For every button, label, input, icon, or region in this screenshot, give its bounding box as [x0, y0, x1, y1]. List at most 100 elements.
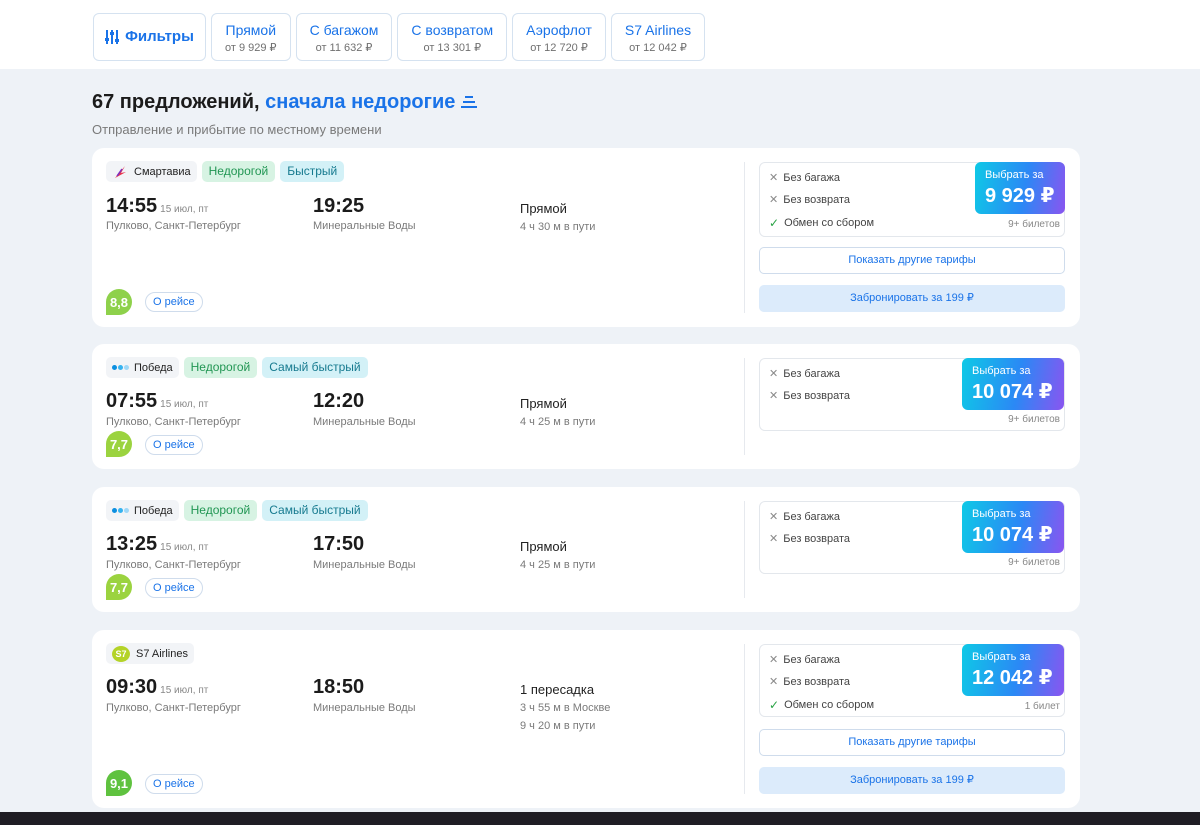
condition-exchange: ✓ Обмен со сбором: [769, 216, 875, 230]
chip-price: от 11 632 ₽: [315, 42, 373, 54]
about-flight-button[interactable]: О рейсе: [145, 292, 203, 312]
sliders-icon: [105, 30, 120, 44]
condition-refund: ✕ Без возврата: [769, 675, 851, 689]
airline-name: Смартавиа: [134, 165, 191, 178]
route-type: Прямой: [520, 539, 567, 554]
sort-selector[interactable]: сначала недорогие: [265, 91, 478, 113]
select-fare-button[interactable]: Выбрать за 12 042 ₽: [962, 644, 1064, 696]
about-flight-button[interactable]: О рейсе: [145, 774, 203, 794]
rating-badge: 7,7: [106, 431, 132, 457]
arrival-time: 17:50: [313, 533, 365, 555]
cross-icon: ✕: [769, 654, 779, 666]
route-layover: 3 ч 55 м в Москве: [520, 702, 611, 714]
condition-baggage: ✕ Без багажа: [769, 367, 840, 381]
route-duration: 4 ч 25 м в пути: [520, 559, 596, 571]
sort-icon: [461, 96, 478, 108]
tag-fastest: Самый быстрый: [262, 500, 368, 521]
rating-badge: 7,7: [106, 574, 132, 600]
chip-price: от 13 301 ₽: [423, 42, 482, 54]
departure-time: 07:55 15 июл, пт: [106, 390, 209, 412]
route-duration: 9 ч 20 м в пути: [520, 720, 596, 732]
filters-button[interactable]: Фильтры: [93, 13, 206, 61]
select-label: Выбрать за: [972, 365, 1031, 377]
results-subtitle: Отправление и прибытие по местному време…: [92, 122, 382, 137]
select-label: Выбрать за: [985, 169, 1044, 181]
fare-price: 10 074 ₽: [972, 381, 1053, 403]
departure-date: 15 июл, пт: [160, 542, 209, 553]
condition-exchange: ✓ Обмен со сбором: [769, 698, 875, 712]
fare-price: 9 929 ₽: [985, 185, 1055, 207]
chip-title: S7 Airlines: [624, 22, 692, 38]
route-duration: 4 ч 30 м в пути: [520, 221, 596, 233]
select-fare-button[interactable]: Выбрать за 9 929 ₽: [975, 162, 1065, 214]
flight-card[interactable]: S7 S7 Airlines 09:30 15 июл, пт Пулково, …: [92, 630, 1080, 808]
chip-aeroflot[interactable]: Аэрофлот от 12 720 ₽: [512, 13, 606, 61]
tag-cheap: Недорогой: [183, 500, 258, 521]
rating-badge: 8,8: [106, 289, 132, 315]
arrival-time: 18:50: [313, 676, 365, 698]
arrival-place: Минеральные Воды: [313, 416, 416, 428]
fare-box: ✕ Без багажа ✕ Без возврата ✓ Обмен со сбор…: [759, 644, 1065, 717]
airline-badge: Победа: [106, 357, 179, 378]
card-divider: [744, 501, 745, 598]
departure-time: 13:25 15 июл, пт: [106, 533, 209, 555]
condition-refund: ✕ Без возврата: [769, 193, 851, 207]
fare-box: ✕ Без багажа ✕ Без возврата ✓ Обмен со сбор…: [759, 162, 1065, 237]
pobeda-logo-icon: [112, 364, 129, 371]
s7-logo-icon: S7: [112, 645, 130, 662]
departure-place: Пулково, Санкт-Петербург: [106, 416, 241, 428]
condition-refund: ✕ Без возврата: [769, 532, 851, 546]
airline-badge: S7 S7 Airlines: [106, 643, 194, 664]
results-count: 67 предложений,: [92, 91, 260, 113]
tag-cheap: Недорогой: [183, 357, 258, 378]
cross-icon: ✕: [769, 390, 779, 402]
flight-card[interactable]: Смартавиа Недорогой Быстрый 14:55 15 июл,…: [92, 148, 1080, 327]
tickets-left: 9+ билетов: [1008, 219, 1060, 230]
card-tags: Смартавиа Недорогой Быстрый: [106, 161, 345, 182]
departure-place: Пулково, Санкт-Петербург: [106, 702, 241, 714]
chip-s7[interactable]: S7 Airlines от 12 042 ₽: [610, 13, 706, 61]
departure-date: 15 июл, пт: [160, 399, 209, 410]
chip-baggage[interactable]: С багажом от 11 632 ₽: [295, 13, 393, 61]
book-button[interactable]: Забронировать за 199 ₽: [759, 285, 1065, 312]
other-tariffs-button[interactable]: Показать другие тарифы: [759, 729, 1065, 756]
airline-name: Победа: [134, 361, 173, 374]
filter-chips: Фильтры Прямой от 9 929 ₽ С багажом от 1…: [93, 13, 706, 61]
chip-title: Прямой: [225, 22, 277, 38]
pobeda-logo-icon: [112, 507, 129, 514]
chip-direct[interactable]: Прямой от 9 929 ₽: [211, 13, 291, 61]
book-button[interactable]: Забронировать за 199 ₽: [759, 767, 1065, 794]
fare-price: 12 042 ₽: [972, 667, 1053, 689]
fare-box: ✕ Без багажа ✕ Без возврата Выбрать за 10 …: [759, 501, 1065, 574]
filter-bar: Фильтры Прямой от 9 929 ₽ С багажом от 1…: [0, 0, 1200, 69]
results-title: 67 предложений, сначала недорогие: [92, 90, 478, 114]
departure-date: 15 июл, пт: [160, 685, 209, 696]
os-taskbar: [0, 812, 1200, 825]
tag-fastest: Самый быстрый: [262, 357, 368, 378]
flight-card[interactable]: Победа Недорогой Самый быстрый 13:25 15 и…: [92, 487, 1080, 612]
check-icon: ✓: [769, 216, 780, 230]
route-duration: 4 ч 25 м в пути: [520, 416, 596, 428]
card-divider: [744, 644, 745, 794]
card-divider: [744, 358, 745, 455]
other-tariffs-button[interactable]: Показать другие тарифы: [759, 247, 1065, 274]
cross-icon: ✕: [769, 676, 779, 688]
tag-fast: Быстрый: [280, 161, 345, 182]
card-tags: Победа Недорогой Самый быстрый: [106, 357, 368, 378]
chip-refund[interactable]: С возвратом от 13 301 ₽: [397, 13, 508, 61]
smartavia-logo-icon: [115, 165, 126, 178]
select-label: Выбрать за: [972, 508, 1031, 520]
fare-box: ✕ Без багажа ✕ Без возврата Выбрать за 10 …: [759, 358, 1065, 431]
rating-badge: 9,1: [106, 770, 132, 796]
tickets-left: 1 билет: [1024, 701, 1060, 712]
select-fare-button[interactable]: Выбрать за 10 074 ₽: [962, 501, 1064, 553]
about-flight-button[interactable]: О рейсе: [145, 578, 203, 598]
about-flight-button[interactable]: О рейсе: [145, 435, 203, 455]
card-divider: [744, 162, 745, 313]
flight-card[interactable]: Победа Недорогой Самый быстрый 07:55 15 и…: [92, 344, 1080, 469]
chip-title: Аэрофлот: [526, 22, 592, 38]
cross-icon: ✕: [769, 511, 779, 523]
airline-name: S7 Airlines: [136, 647, 188, 660]
select-fare-button[interactable]: Выбрать за 10 074 ₽: [962, 358, 1064, 410]
route-type: 1 пересадка: [520, 682, 595, 697]
